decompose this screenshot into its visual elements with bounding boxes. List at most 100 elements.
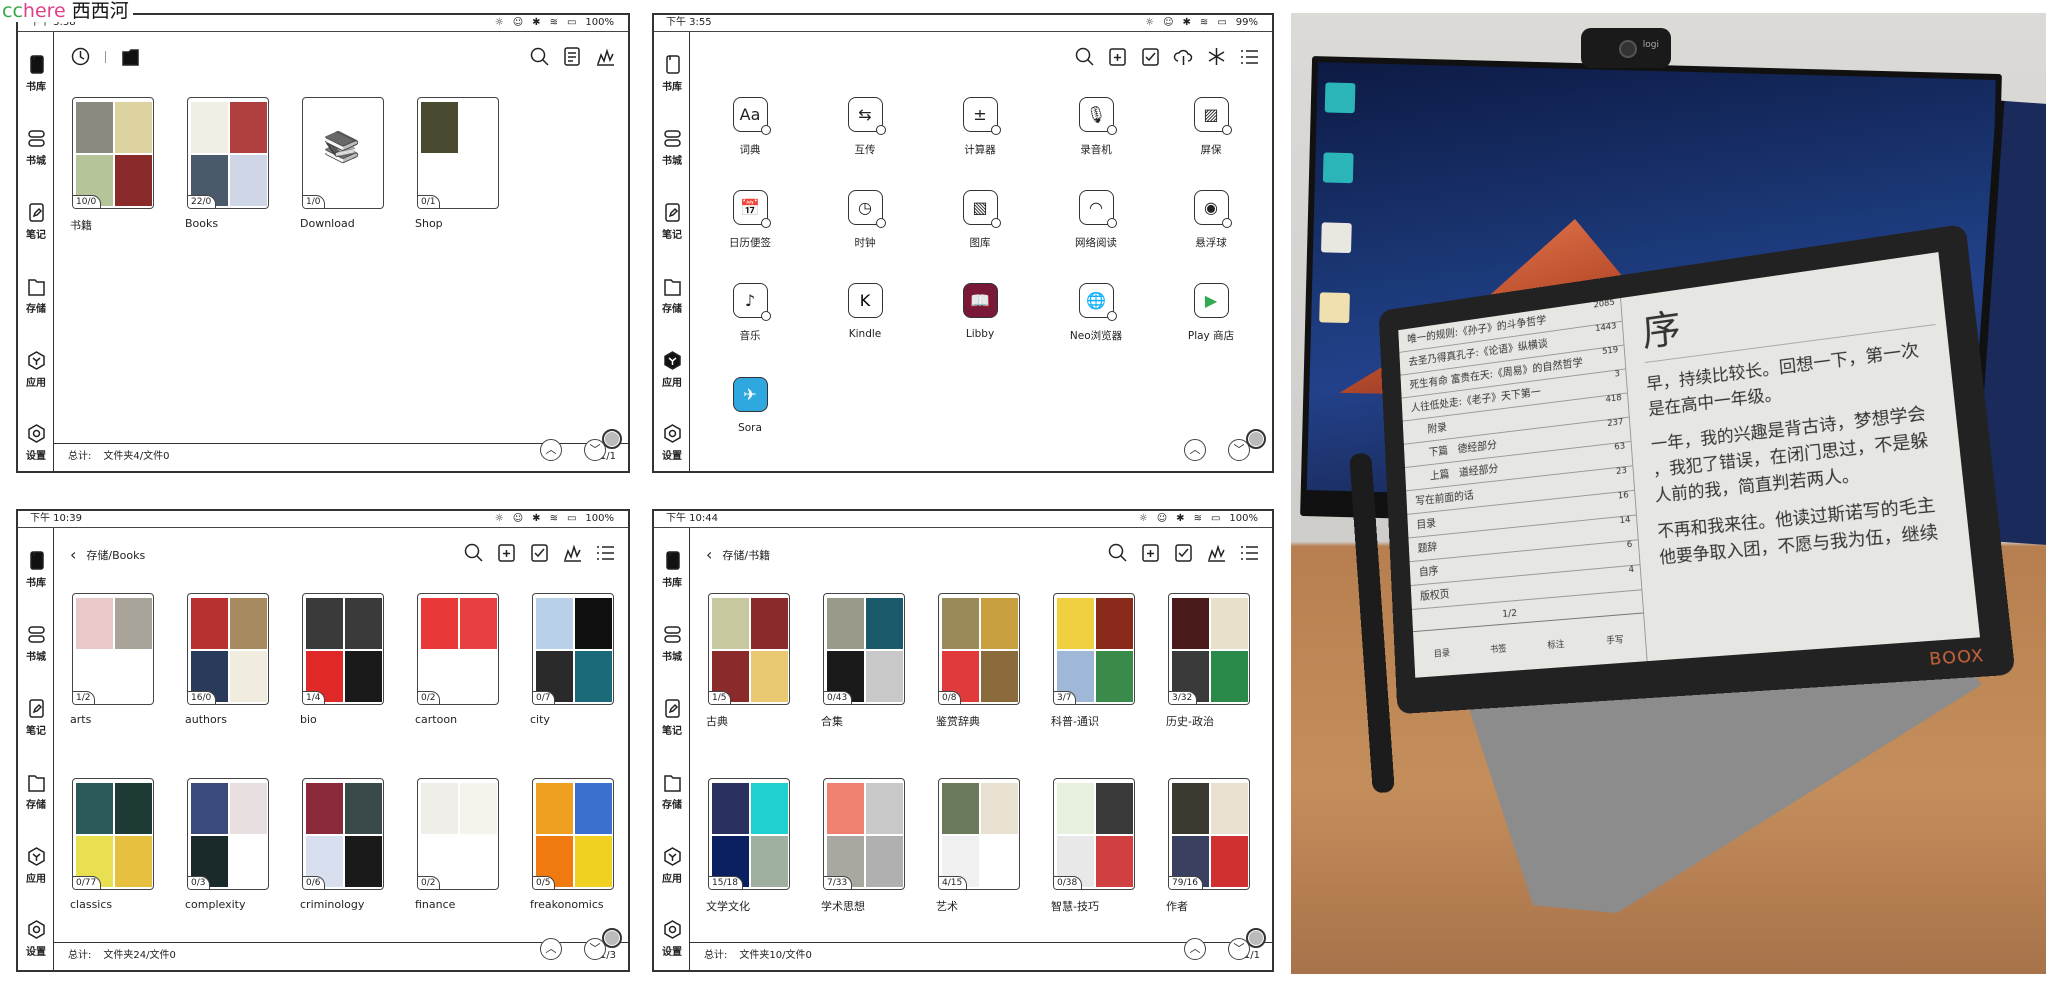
- wifi-icon[interactable]: ≋: [1200, 15, 1208, 31]
- app-globe[interactable]: 🌐 Neo浏览器: [1041, 283, 1151, 343]
- sidebar-item-bookstore[interactable]: 书城: [18, 624, 54, 663]
- app-sora[interactable]: ✈ Sora: [695, 377, 805, 434]
- breadcrumb[interactable]: ‹ 存储/书籍: [706, 545, 770, 564]
- battery-icon[interactable]: ▭: [567, 15, 576, 31]
- folder-label[interactable]: freakonomics: [530, 898, 604, 911]
- folder-label[interactable]: 鉴赏辞典: [936, 713, 980, 729]
- sidebar-item-library[interactable]: 书库: [654, 54, 690, 93]
- search-icon[interactable]: [529, 46, 550, 67]
- sync-icon[interactable]: ☺: [513, 15, 523, 31]
- sidebar-item-notes[interactable]: 笔记: [654, 202, 690, 241]
- folder-label[interactable]: 学术思想: [821, 898, 865, 914]
- add-folder-icon[interactable]: [496, 542, 517, 563]
- sidebar-item-apps[interactable]: 应用: [18, 846, 54, 885]
- folder-tile[interactable]: 22/0: [187, 97, 269, 209]
- app-clock[interactable]: ◷ 时钟: [810, 190, 920, 250]
- cloud-icon[interactable]: [1173, 46, 1194, 67]
- folder-tile[interactable]: 0/5: [532, 778, 614, 890]
- folder-label[interactable]: 智慧-技巧: [1051, 898, 1099, 914]
- breadcrumb[interactable]: ‹ 存储/Books: [70, 545, 145, 564]
- select-icon[interactable]: [1140, 46, 1161, 67]
- app-microphone[interactable]: 🎙 录音机: [1041, 97, 1151, 157]
- select-icon[interactable]: [1173, 542, 1194, 563]
- sidebar-item-settings[interactable]: 设置: [18, 919, 54, 958]
- folder-label[interactable]: arts: [70, 713, 91, 726]
- app-calendar[interactable]: 📅 日历便签: [695, 190, 805, 250]
- sidebar-item-notes[interactable]: 笔记: [18, 202, 54, 241]
- folder-tile[interactable]: 1/5: [708, 593, 790, 705]
- stats-icon[interactable]: [1206, 542, 1227, 563]
- select-icon[interactable]: [529, 542, 550, 563]
- folder-filled-icon[interactable]: [120, 46, 141, 67]
- brightness-icon[interactable]: ☼: [1139, 511, 1148, 527]
- folder-tile[interactable]: 15/18: [708, 778, 790, 890]
- sidebar-item-apps[interactable]: 应用: [654, 846, 690, 885]
- add-folder-icon[interactable]: [1140, 542, 1161, 563]
- page-up-button[interactable]: ︿: [540, 439, 562, 461]
- sidebar-item-library[interactable]: 书库: [18, 54, 54, 93]
- folder-tile[interactable]: 0/3: [187, 778, 269, 890]
- sidebar-item-bookstore[interactable]: 书城: [654, 128, 690, 167]
- app-floating-ball[interactable]: ◉ 悬浮球: [1156, 190, 1266, 250]
- folder-label[interactable]: finance: [415, 898, 455, 911]
- page-up-button[interactable]: ︿: [1184, 439, 1206, 461]
- sidebar-item-notes[interactable]: 笔记: [18, 698, 54, 737]
- folder-label[interactable]: Books: [185, 217, 218, 230]
- sidebar-item-settings[interactable]: 设置: [654, 423, 690, 462]
- battery-icon[interactable]: ▭: [1217, 15, 1226, 31]
- folder-tile[interactable]: 0/38: [1053, 778, 1135, 890]
- freeze-icon[interactable]: [1206, 46, 1227, 67]
- folder-label[interactable]: 作者: [1166, 898, 1188, 914]
- folder-label[interactable]: 文学文化: [706, 898, 750, 914]
- clock-icon[interactable]: [70, 46, 91, 67]
- folder-label[interactable]: classics: [70, 898, 112, 911]
- bluetooth-icon[interactable]: ✱: [532, 15, 540, 31]
- folder-label[interactable]: cartoon: [415, 713, 457, 726]
- bluetooth-icon[interactable]: ✱: [1183, 15, 1191, 31]
- search-icon[interactable]: [1107, 542, 1128, 563]
- folder-tile[interactable]: 0/7: [532, 593, 614, 705]
- sidebar-item-storage[interactable]: 存储: [654, 772, 690, 811]
- wifi-icon[interactable]: ≋: [1194, 511, 1202, 527]
- app-play-store[interactable]: ▶ Play 商店: [1156, 283, 1266, 343]
- sync-icon[interactable]: ☺: [513, 511, 523, 527]
- folder-label[interactable]: 书籍: [70, 217, 92, 233]
- folder-tile[interactable]: 10/0: [72, 97, 154, 209]
- stats-icon[interactable]: [595, 46, 616, 67]
- folder-label[interactable]: bio: [300, 713, 317, 726]
- folder-tile[interactable]: 3/32: [1168, 593, 1250, 705]
- folder-tile[interactable]: 0/77: [72, 778, 154, 890]
- folder-tile[interactable]: 1/2: [72, 593, 154, 705]
- app-kindle[interactable]: K Kindle: [810, 283, 920, 340]
- sync-icon[interactable]: ☺: [1163, 15, 1173, 31]
- sidebar-item-storage[interactable]: 存储: [18, 772, 54, 811]
- menu-icon[interactable]: [1239, 46, 1260, 67]
- app-music[interactable]: ♪ 音乐: [695, 283, 805, 343]
- search-icon[interactable]: [1074, 46, 1095, 67]
- folder-tile[interactable]: 0/43: [823, 593, 905, 705]
- app-dictionary[interactable]: Aa 词典: [695, 97, 805, 157]
- sidebar-item-settings[interactable]: 设置: [18, 423, 54, 462]
- back-chevron-icon[interactable]: ‹: [70, 545, 76, 564]
- sidebar-item-apps[interactable]: 应用: [18, 350, 54, 389]
- page-up-button[interactable]: ︿: [540, 938, 562, 960]
- folder-label[interactable]: authors: [185, 713, 227, 726]
- sidebar-item-notes[interactable]: 笔记: [654, 698, 690, 737]
- sidebar-item-apps[interactable]: 应用: [654, 350, 690, 389]
- bluetooth-icon[interactable]: ✱: [532, 511, 540, 527]
- folder-tile[interactable]: 4/15: [938, 778, 1020, 890]
- folder-label[interactable]: complexity: [185, 898, 246, 911]
- folder-label[interactable]: 古典: [706, 713, 728, 729]
- folder-tile[interactable]: 0/2: [417, 778, 499, 890]
- floating-ball-button[interactable]: [602, 429, 622, 449]
- folder-tile[interactable]: 0/8: [938, 593, 1020, 705]
- folder-tile[interactable]: 0/2: [417, 593, 499, 705]
- battery-icon[interactable]: ▭: [567, 511, 576, 527]
- list-view-icon[interactable]: [562, 46, 583, 67]
- sidebar-item-bookstore[interactable]: 书城: [18, 128, 54, 167]
- sidebar-item-storage[interactable]: 存储: [18, 276, 54, 315]
- menu-icon[interactable]: [595, 542, 616, 563]
- folder-tile[interactable]: 1/4: [302, 593, 384, 705]
- app-screensaver[interactable]: ▨ 屏保: [1156, 97, 1266, 157]
- brightness-icon[interactable]: ☼: [495, 15, 504, 31]
